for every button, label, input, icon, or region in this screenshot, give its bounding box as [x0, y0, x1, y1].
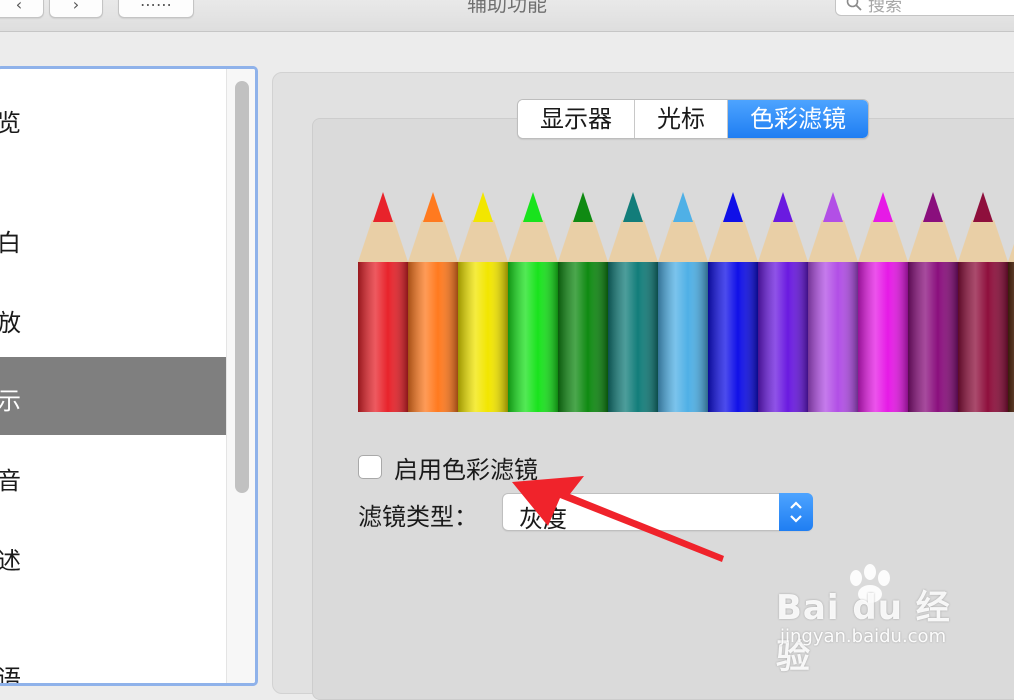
baidu-watermark: Bai du 经验 jingyan.baidu.com [776, 564, 966, 677]
watermark-url: jingyan.baidu.com [780, 626, 947, 647]
